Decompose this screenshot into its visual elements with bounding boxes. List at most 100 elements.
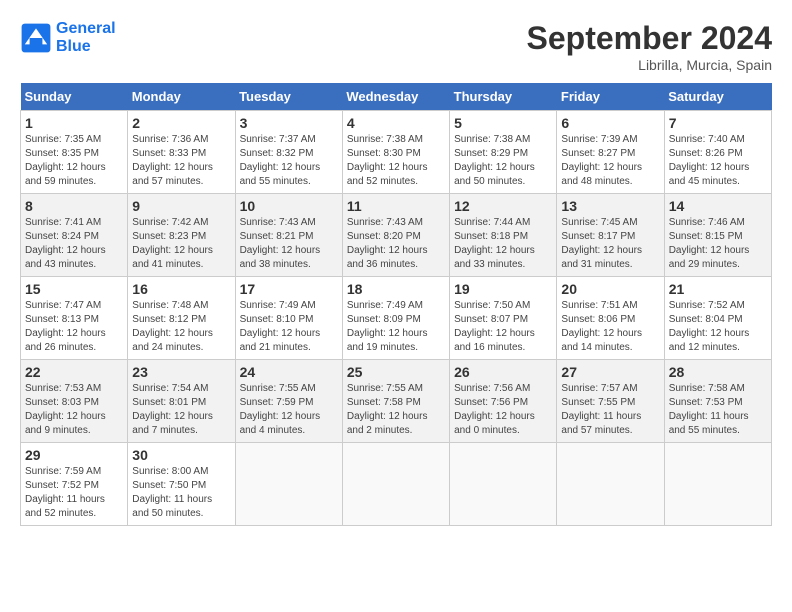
day-number: 22 [25,364,123,380]
day-info: Sunrise: 7:53 AM Sunset: 8:03 PM Dayligh… [25,382,123,438]
day-number: 2 [132,115,230,131]
logo-text: General Blue [56,20,116,56]
day-header-wednesday: Wednesday [342,83,449,111]
day-info: Sunrise: 7:52 AM Sunset: 8:04 PM Dayligh… [669,299,767,355]
calendar-cell: 22 Sunrise: 7:53 AM Sunset: 8:03 PM Dayli… [21,360,128,443]
calendar-cell: 29 Sunrise: 7:59 AM Sunset: 7:52 PM Dayli… [21,443,128,526]
calendar-cell [664,443,771,526]
day-number: 30 [132,447,230,463]
day-info: Sunrise: 7:51 AM Sunset: 8:06 PM Dayligh… [561,299,659,355]
day-number: 25 [347,364,445,380]
calendar-cell: 24 Sunrise: 7:55 AM Sunset: 7:59 PM Dayli… [235,360,342,443]
day-info: Sunrise: 7:38 AM Sunset: 8:29 PM Dayligh… [454,133,552,189]
day-info: Sunrise: 7:49 AM Sunset: 8:10 PM Dayligh… [240,299,338,355]
day-number: 19 [454,281,552,297]
calendar-cell: 25Sunrise: 7:55 AM Sunset: 7:58 PM Dayli… [342,360,449,443]
day-info: Sunrise: 7:43 AM Sunset: 8:21 PM Dayligh… [240,216,338,272]
day-info: Sunrise: 7:45 AM Sunset: 8:17 PM Dayligh… [561,216,659,272]
day-info: Sunrise: 7:50 AM Sunset: 8:07 PM Dayligh… [454,299,552,355]
calendar-table: SundayMondayTuesdayWednesdayThursdayFrid… [20,83,772,526]
day-number: 1 [25,115,123,131]
logo: General Blue [20,20,116,56]
day-info: Sunrise: 7:35 AM Sunset: 8:35 PM Dayligh… [25,133,123,189]
calendar-cell: 2 Sunrise: 7:36 AM Sunset: 8:33 PM Daylig… [128,111,235,194]
day-number: 9 [132,198,230,214]
calendar-cell: 17 Sunrise: 7:49 AM Sunset: 8:10 PM Dayli… [235,277,342,360]
calendar-cell [235,443,342,526]
day-number: 5 [454,115,552,131]
day-number: 8 [25,198,123,214]
day-number: 27 [561,364,659,380]
calendar-cell: 30 Sunrise: 8:00 AM Sunset: 7:50 PM Dayli… [128,443,235,526]
day-info: Sunrise: 7:56 AM Sunset: 7:56 PM Dayligh… [454,382,552,438]
month-title: September 2024 [527,20,772,57]
day-number: 17 [240,281,338,297]
calendar-cell: 6 Sunrise: 7:39 AM Sunset: 8:27 PM Daylig… [557,111,664,194]
calendar-cell: 13Sunrise: 7:45 AM Sunset: 8:17 PM Dayli… [557,194,664,277]
day-info: Sunrise: 7:49 AM Sunset: 8:09 PM Dayligh… [347,299,445,355]
day-number: 18 [347,281,445,297]
calendar-cell: 18 Sunrise: 7:49 AM Sunset: 8:09 PM Dayli… [342,277,449,360]
day-number: 24 [240,364,338,380]
calendar-cell: 19 Sunrise: 7:50 AM Sunset: 8:07 PM Dayli… [450,277,557,360]
day-info: Sunrise: 7:55 AM Sunset: 7:59 PM Dayligh… [240,382,338,438]
calendar-cell: 23 Sunrise: 7:54 AM Sunset: 8:01 PM Dayli… [128,360,235,443]
calendar-cell: 4 Sunrise: 7:38 AM Sunset: 8:30 PM Daylig… [342,111,449,194]
day-info: Sunrise: 7:54 AM Sunset: 8:01 PM Dayligh… [132,382,230,438]
day-info: Sunrise: 7:38 AM Sunset: 8:30 PM Dayligh… [347,133,445,189]
day-header-tuesday: Tuesday [235,83,342,111]
day-info: Sunrise: 7:40 AM Sunset: 8:26 PM Dayligh… [669,133,767,189]
calendar-cell: 14 Sunrise: 7:46 AM Sunset: 8:15 PM Dayli… [664,194,771,277]
day-number: 29 [25,447,123,463]
calendar-cell: 11Sunrise: 7:43 AM Sunset: 8:20 PM Dayli… [342,194,449,277]
day-number: 10 [240,198,338,214]
calendar-cell: 1 Sunrise: 7:35 AM Sunset: 8:35 PM Daylig… [21,111,128,194]
day-number: 3 [240,115,338,131]
logo-icon [20,22,52,54]
page-header: General Blue September 2024 Librilla, Mu… [20,20,772,73]
calendar-cell: 12Sunrise: 7:44 AM Sunset: 8:18 PM Dayli… [450,194,557,277]
day-header-saturday: Saturday [664,83,771,111]
day-number: 15 [25,281,123,297]
calendar-cell: 10 Sunrise: 7:43 AM Sunset: 8:21 PM Dayli… [235,194,342,277]
calendar-cell: 7Sunrise: 7:40 AM Sunset: 8:26 PM Daylig… [664,111,771,194]
calendar-cell: 16 Sunrise: 7:48 AM Sunset: 8:12 PM Dayli… [128,277,235,360]
day-info: Sunrise: 7:44 AM Sunset: 8:18 PM Dayligh… [454,216,552,272]
day-number: 14 [669,198,767,214]
day-number: 4 [347,115,445,131]
day-info: Sunrise: 7:47 AM Sunset: 8:13 PM Dayligh… [25,299,123,355]
day-header-monday: Monday [128,83,235,111]
calendar-cell: 21 Sunrise: 7:52 AM Sunset: 8:04 PM Dayli… [664,277,771,360]
calendar-cell: 3Sunrise: 7:37 AM Sunset: 8:32 PM Daylig… [235,111,342,194]
day-number: 23 [132,364,230,380]
calendar-cell [342,443,449,526]
title-section: September 2024 Librilla, Murcia, Spain [527,20,772,73]
day-info: Sunrise: 8:00 AM Sunset: 7:50 PM Dayligh… [132,465,230,521]
day-info: Sunrise: 7:59 AM Sunset: 7:52 PM Dayligh… [25,465,123,521]
day-info: Sunrise: 7:46 AM Sunset: 8:15 PM Dayligh… [669,216,767,272]
day-header-thursday: Thursday [450,83,557,111]
calendar-cell: 26 Sunrise: 7:56 AM Sunset: 7:56 PM Dayli… [450,360,557,443]
day-header-friday: Friday [557,83,664,111]
day-number: 28 [669,364,767,380]
day-info: Sunrise: 7:36 AM Sunset: 8:33 PM Dayligh… [132,133,230,189]
calendar-cell: 8Sunrise: 7:41 AM Sunset: 8:24 PM Daylig… [21,194,128,277]
day-number: 6 [561,115,659,131]
location: Librilla, Murcia, Spain [527,57,772,73]
calendar-cell: 27 Sunrise: 7:57 AM Sunset: 7:55 PM Dayli… [557,360,664,443]
day-header-sunday: Sunday [21,83,128,111]
day-number: 26 [454,364,552,380]
day-info: Sunrise: 7:39 AM Sunset: 8:27 PM Dayligh… [561,133,659,189]
day-number: 21 [669,281,767,297]
day-info: Sunrise: 7:42 AM Sunset: 8:23 PM Dayligh… [132,216,230,272]
day-number: 16 [132,281,230,297]
calendar-cell [557,443,664,526]
calendar-cell: 28Sunrise: 7:58 AM Sunset: 7:53 PM Dayli… [664,360,771,443]
day-info: Sunrise: 7:57 AM Sunset: 7:55 PM Dayligh… [561,382,659,438]
calendar-cell: 9 Sunrise: 7:42 AM Sunset: 8:23 PM Daylig… [128,194,235,277]
day-number: 20 [561,281,659,297]
calendar-cell [450,443,557,526]
calendar-cell: 5 Sunrise: 7:38 AM Sunset: 8:29 PM Daylig… [450,111,557,194]
calendar-cell: 15 Sunrise: 7:47 AM Sunset: 8:13 PM Dayli… [21,277,128,360]
day-info: Sunrise: 7:48 AM Sunset: 8:12 PM Dayligh… [132,299,230,355]
